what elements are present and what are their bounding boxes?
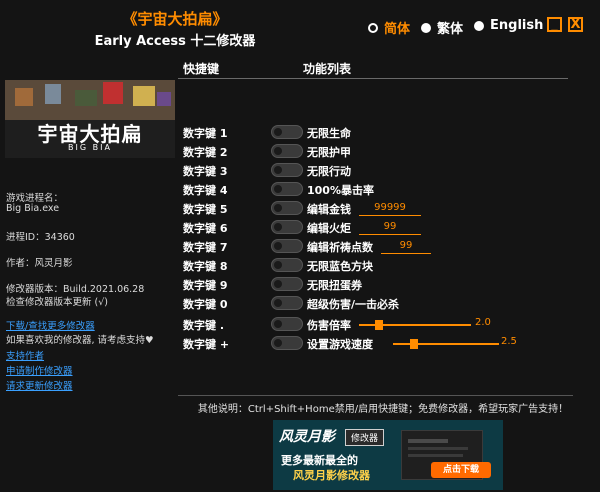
game-speed-value: 2.5 xyxy=(501,336,517,347)
money-value-input[interactable]: 99999 xyxy=(359,200,421,216)
hotkey-label: 数字键 5 xyxy=(183,203,228,216)
damage-slider-handle[interactable] xyxy=(375,320,384,330)
lang-simplified-label: 简体 xyxy=(384,22,411,37)
torch-value-input[interactable]: 99 xyxy=(359,219,421,235)
cheat-toggle[interactable] xyxy=(271,239,303,253)
ad-brand-logo: 风灵月影 xyxy=(279,429,335,445)
request-update-link[interactable]: 请求更新修改器 xyxy=(6,378,73,392)
cheat-row: 数字键 8 无限蓝色方块 xyxy=(183,256,583,275)
trainer-version: 修改器版本：Build.2021.06.28 xyxy=(6,284,145,295)
cheat-toggle[interactable] xyxy=(271,258,303,272)
hotkey-label: 数字键 7 xyxy=(183,241,228,254)
function-column-header: 功能列表 xyxy=(303,62,352,76)
header-divider xyxy=(178,78,568,79)
game-speed-slider[interactable] xyxy=(393,343,499,345)
cheat-function-label: 无限扭蛋券 xyxy=(307,279,362,292)
cheat-row: 数字键 3 无限行动 xyxy=(183,161,583,180)
cheat-row: 数字键 + 设置游戏速度 2.5 xyxy=(183,334,583,353)
cheat-toggle[interactable] xyxy=(271,201,303,215)
app-subtitle: Early Access 十二修改器 xyxy=(94,34,256,49)
hotkey-label: 数字键 0 xyxy=(183,298,228,311)
radio-unselected-icon xyxy=(474,20,484,31)
hotkey-label: 数字键 2 xyxy=(183,146,228,159)
ad-line-2: 风灵月影修改器 xyxy=(293,469,370,482)
hotkey-label: 数字键 . xyxy=(183,319,225,332)
process-name: Big Bia.exe xyxy=(6,203,60,214)
cheat-row: 数字键 1 无限生命 xyxy=(183,123,583,142)
cheat-row: 数字键 7 编辑祈祷点数 99 xyxy=(183,237,583,256)
cheat-toggle[interactable] xyxy=(271,163,303,177)
cheat-function-label: 无限行动 xyxy=(307,165,351,178)
prayer-value-input[interactable]: 99 xyxy=(381,238,431,254)
cheat-toggle[interactable] xyxy=(271,277,303,291)
cheat-toggle[interactable] xyxy=(271,296,303,310)
game-banner-image: 宇宙大拍扁 BIG BIA xyxy=(5,80,175,158)
hotkey-label: 数字键 + xyxy=(183,338,230,351)
damage-multiplier-value: 2.0 xyxy=(475,317,491,328)
footer-note: 其他说明：Ctrl+Shift+Home禁用/启用快捷键；免费修改器，希望玩家广… xyxy=(197,404,569,415)
app-title: 《宇宙大拍扁》 xyxy=(122,10,228,28)
cheat-function-label: 无限护甲 xyxy=(307,146,351,159)
advertisement-banner[interactable]: 风灵月影 修改器 更多最新最全的 风灵月影修改器 点击下载 xyxy=(273,420,503,490)
cheat-row: 数字键 . 伤害倍率 2.0 xyxy=(183,315,583,334)
close-button[interactable]: X xyxy=(568,17,583,32)
cheat-row: 数字键 2 无限护甲 xyxy=(183,142,583,161)
cheat-function-label: 编辑祈祷点数 xyxy=(307,241,373,254)
hotkey-label: 数字键 3 xyxy=(183,165,228,178)
cheat-toggle[interactable] xyxy=(271,125,303,139)
check-update-text[interactable]: 检查修改器版本更新 (√) xyxy=(6,294,108,308)
cheat-function-label: 无限蓝色方块 xyxy=(307,260,373,273)
cheat-toggle[interactable] xyxy=(271,144,303,158)
author-text: 作者：风灵月影 xyxy=(6,258,73,269)
banner-subtitle: BIG BIA xyxy=(68,143,112,152)
download-more-link[interactable]: 下载/查找更多修改器 xyxy=(6,318,95,332)
cheat-toggle[interactable] xyxy=(271,220,303,234)
hotkey-label: 数字键 8 xyxy=(183,260,228,273)
lang-traditional-option[interactable]: 繁体 xyxy=(421,18,463,37)
cheat-function-label: 编辑火炬 xyxy=(307,222,351,235)
hotkey-column-header: 快捷键 xyxy=(183,62,220,76)
cheat-toggle[interactable] xyxy=(271,317,303,331)
cheat-function-label: 100%暴击率 xyxy=(307,184,374,197)
radio-selected-icon xyxy=(368,22,378,33)
cheat-row: 数字键 9 无限扭蛋券 xyxy=(183,275,583,294)
lang-simplified-option[interactable]: 简体 xyxy=(368,18,410,37)
cheat-function-label: 编辑金钱 xyxy=(307,203,351,216)
support-prompt-text: 如果喜欢我的修改器, 请考虑支持♥ xyxy=(6,335,154,346)
hotkey-label: 数字键 6 xyxy=(183,222,228,235)
speed-slider-handle[interactable] xyxy=(410,339,419,349)
cheat-function-label: 伤害倍率 xyxy=(307,319,351,332)
hotkey-label: 数字键 9 xyxy=(183,279,228,292)
cheat-row: 数字键 0 超级伤害/一击必杀 xyxy=(183,294,583,313)
cheat-row: 数字键 5 编辑金钱 99999 xyxy=(183,199,583,218)
lang-traditional-label: 繁体 xyxy=(437,22,464,37)
process-id: 进程ID：34360 xyxy=(6,232,75,243)
request-trainer-link[interactable]: 申请制作修改器 xyxy=(6,363,73,377)
cheat-function-label: 设置游戏速度 xyxy=(307,338,373,351)
ad-badge: 修改器 xyxy=(345,429,385,446)
cheat-toggle[interactable] xyxy=(271,182,303,196)
lang-english-label: English xyxy=(490,18,544,33)
support-author-link[interactable]: 支持作者 xyxy=(6,348,44,362)
cheat-function-label: 无限生命 xyxy=(307,127,351,140)
ad-line-1: 更多最新最全的 xyxy=(281,454,358,467)
cheat-row: 数字键 6 编辑火炬 99 xyxy=(183,218,583,237)
hotkey-label: 数字键 1 xyxy=(183,127,228,140)
ad-download-button[interactable]: 点击下载 xyxy=(431,462,491,478)
process-label: 游戏进程名： xyxy=(6,193,64,204)
hotkey-label: 数字键 4 xyxy=(183,184,228,197)
cheat-function-label: 超级伤害/一击必杀 xyxy=(307,298,400,311)
radio-unselected-icon xyxy=(421,22,431,33)
minimize-button[interactable]: _ xyxy=(547,17,562,32)
lang-english-option[interactable]: English xyxy=(474,18,543,33)
cheat-row: 数字键 4 100%暴击率 xyxy=(183,180,583,199)
cheat-toggle[interactable] xyxy=(271,336,303,350)
footer-divider xyxy=(178,395,573,396)
